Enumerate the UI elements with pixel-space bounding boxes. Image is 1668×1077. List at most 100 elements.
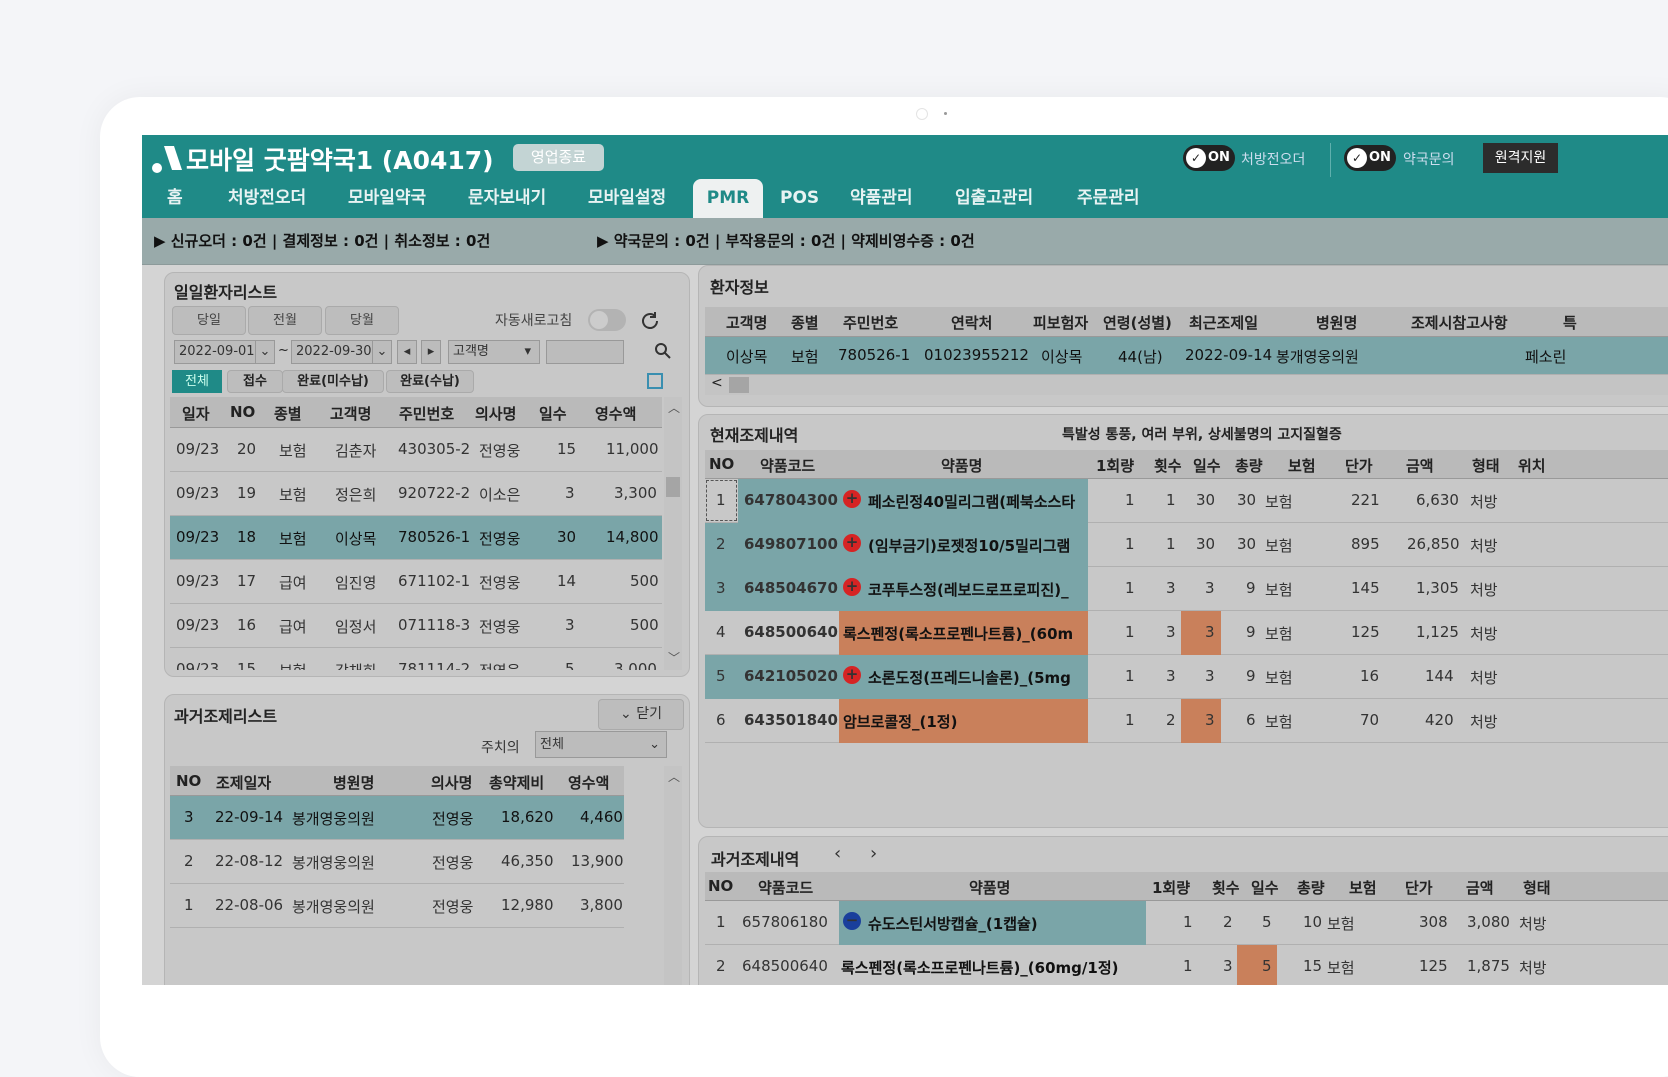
cell-text: 보험	[1288, 457, 1316, 475]
table-row-selected[interactable]: 09/23 18 보험 이상목 780526-1 전영웅 30 14,800	[170, 516, 662, 560]
refresh-icon[interactable]	[638, 309, 662, 333]
table-row[interactable]: 09/23 19 보험 정은희 920722-2 이소은 3 3,300	[170, 472, 662, 516]
col-date: 일자	[182, 405, 210, 423]
tab-home[interactable]: 홈	[155, 179, 195, 218]
daily-scrollbar[interactable]: ︿ ﹀	[664, 397, 682, 670]
cell-text: 코푸투스정(레보드로프로피진)_	[868, 581, 1069, 599]
chevron-down-icon[interactable]: ⌄	[372, 340, 392, 364]
cell-text: 6	[716, 711, 726, 729]
cell-text: 4	[716, 623, 726, 641]
select-all-checkbox[interactable]	[647, 373, 663, 389]
cell-text: 연령(성별)	[1103, 314, 1172, 332]
table-row[interactable]: 2 648500640 록스펜정(록소프로펜나트륨)_(60mg/1정) 1 3 5…	[705, 945, 1668, 985]
table-row[interactable]: 09/23 17 급여 임진영 671102-1 전영웅 14 500	[170, 560, 662, 604]
cell-text: 20	[237, 440, 257, 458]
date-from-input[interactable]: 2022-09-01	[174, 340, 262, 364]
table-row[interactable]: 1 647804300 + 페소린정40밀리그램(페북소스타 1 1 30 30 보험 2…	[705, 479, 1668, 523]
this-month-button[interactable]: 당월	[325, 306, 399, 335]
table-row[interactable]: 4 648500640 록스펜정(록소프로펜나트륨)_(60m 1 3 3 9 보험 12…	[705, 611, 1668, 655]
cell-text: 500	[630, 616, 659, 634]
tab-prescription-order[interactable]: 처방전오더	[216, 179, 318, 218]
caution-select[interactable]: 전체 ⌄	[535, 731, 667, 758]
remote-support-button[interactable]: 원격지원	[1483, 143, 1558, 173]
next-icon[interactable]: ›	[870, 843, 877, 864]
search-type-select[interactable]: 고객명 ▾	[448, 340, 540, 364]
prescription-order-toggle[interactable]: ✓ ON	[1183, 145, 1235, 171]
next-arrow-icon[interactable]: ▸	[421, 340, 441, 364]
table-row[interactable]: 3 648504670 + 코푸투스정(레보드로프로피진)_ 1 3 3 9 보험 145…	[705, 567, 1668, 611]
pharmacy-inquiry-toggle[interactable]: ✓ ON	[1344, 145, 1396, 171]
search-input[interactable]	[546, 340, 624, 364]
patient-h-scrollbar[interactable]: <	[705, 375, 1668, 395]
past-scrollbar[interactable]: ︿	[664, 766, 682, 985]
table-row[interactable]: 2 22-08-12 봉개영웅의원 전영웅 46,350 13,900	[170, 840, 624, 884]
tab-mobile-pharmacy[interactable]: 모바일약국	[336, 179, 438, 218]
patient-row[interactable]: 이상목 보험 780526-1 01023955212 이상목 44(남) 20…	[705, 337, 1668, 375]
cell-text: 70	[1360, 711, 1380, 729]
cell-text: 급여	[279, 618, 307, 636]
scroll-left-icon[interactable]: <	[711, 375, 723, 391]
close-button[interactable]: ⌄ 닫기	[598, 699, 684, 730]
scroll-thumb[interactable]	[729, 377, 749, 393]
date-range-tilde: ~	[278, 343, 289, 358]
cell-text: 09/23	[176, 572, 220, 590]
status-tab-all[interactable]: 전체	[172, 370, 222, 393]
cell-text: 처방	[1470, 581, 1498, 599]
table-row[interactable]: 09/23 20 보험 김춘자 430305-2 전영웅 15 11,000	[170, 428, 662, 472]
auto-refresh-toggle[interactable]	[588, 309, 626, 331]
table-row[interactable]: 6 643501840 암브로콜정_(1정) 1 2 3 6 보험 70 420 처방	[705, 699, 1668, 743]
date-to-input[interactable]: 2022-09-30	[291, 340, 379, 364]
tab-orders[interactable]: 주문관리	[1065, 179, 1152, 218]
table-row[interactable]: 09/23 16 급여 임정서 071118-3 전영웅 3 500	[170, 604, 662, 648]
cell-text: 671102-1	[398, 572, 471, 590]
chevron-down-icon[interactable]: ⌄	[255, 340, 275, 364]
scroll-thumb[interactable]	[666, 477, 680, 497]
cell-text: 4,460	[580, 808, 623, 826]
table-row[interactable]: 09/23 15 보험 강채희 781114-2 전영웅 5 3,000	[170, 648, 662, 670]
tab-send-sms[interactable]: 문자보내기	[456, 179, 558, 218]
cell-text: 1,875	[1467, 957, 1510, 975]
prev-arrow-icon[interactable]: ◂	[397, 340, 417, 364]
cell-text: 처방	[1470, 625, 1498, 643]
table-row[interactable]: 1 657806180 − 슈도스틴서방캡슐_(1캡슐) 1 2 5 10 보험 308 3…	[705, 901, 1668, 945]
status-tab-received[interactable]: 접수	[227, 370, 283, 393]
scroll-up-icon[interactable]: ︿	[668, 768, 680, 785]
cell-text: 1	[1125, 667, 1135, 685]
status-tab-paid[interactable]: 완료(수납)	[386, 370, 474, 393]
table-row-selected[interactable]: 3 22-09-14 봉개영웅의원 전영웅 18,620 4,460	[170, 796, 624, 840]
last-month-button[interactable]: 전월	[248, 306, 322, 335]
cell-text: 1,125	[1416, 623, 1459, 641]
business-closed-badge[interactable]: 영업종료	[513, 144, 604, 171]
today-button[interactable]: 당일	[172, 306, 246, 335]
search-icon[interactable]	[654, 342, 672, 360]
cell-text: 221	[1351, 491, 1380, 509]
toggle-state: ON	[1369, 150, 1391, 165]
prev-icon[interactable]: ‹	[834, 843, 841, 864]
cell-text: 슈도스틴서방캡슐_(1캡슐)	[868, 915, 1038, 933]
patient-grid-header: 고객명 종별 주민번호 연락처 피보험자 연령(성별) 최근조제일 병원명 조제…	[705, 307, 1668, 337]
tab-drug-management[interactable]: 약품관리	[838, 179, 925, 218]
cell-text: 보험	[1265, 669, 1293, 687]
tab-inventory[interactable]: 입출고관리	[943, 179, 1045, 218]
cell-text: 연락처	[951, 314, 993, 332]
tab-pmr[interactable]: PMR	[693, 179, 763, 218]
tab-pos[interactable]: POS	[768, 179, 831, 218]
table-row[interactable]: 1 22-08-06 봉개영웅의원 전영웅 12,980 3,800	[170, 884, 624, 928]
patient-info-panel: 환자정보 고객명 종별 주민번호 연락처 피보험자 연령(성별) 최근조제일 병…	[698, 265, 1668, 407]
col-amount: 영수액	[568, 774, 610, 792]
history-title: 과거조제내역	[711, 850, 800, 869]
cell-text: 648500640	[742, 957, 828, 975]
cell-text: 전영웅	[479, 442, 521, 460]
cell-text: 전영웅	[479, 618, 521, 636]
table-row[interactable]: 2 649807100 + (임부금기)로젯정10/5밀리그램 1 1 30 30 보험…	[705, 523, 1668, 567]
cell-text: 920722-2	[398, 484, 471, 502]
cell-text: 9	[1246, 579, 1256, 597]
scroll-up-icon[interactable]: ︿	[668, 399, 680, 416]
cell-text: 보험	[1349, 879, 1377, 897]
status-tab-unpaid[interactable]: 완료(미수납)	[282, 370, 384, 393]
table-row[interactable]: 5 642105020 + 소론도정(프레드니솔론)_(5mg 1 3 3 9 보험 16…	[705, 655, 1668, 699]
tab-mobile-settings[interactable]: 모바일설정	[576, 179, 678, 218]
cell-text: 보험	[1265, 581, 1293, 599]
scroll-down-icon[interactable]: ﹀	[668, 649, 680, 666]
cell-text: 15	[557, 440, 577, 458]
